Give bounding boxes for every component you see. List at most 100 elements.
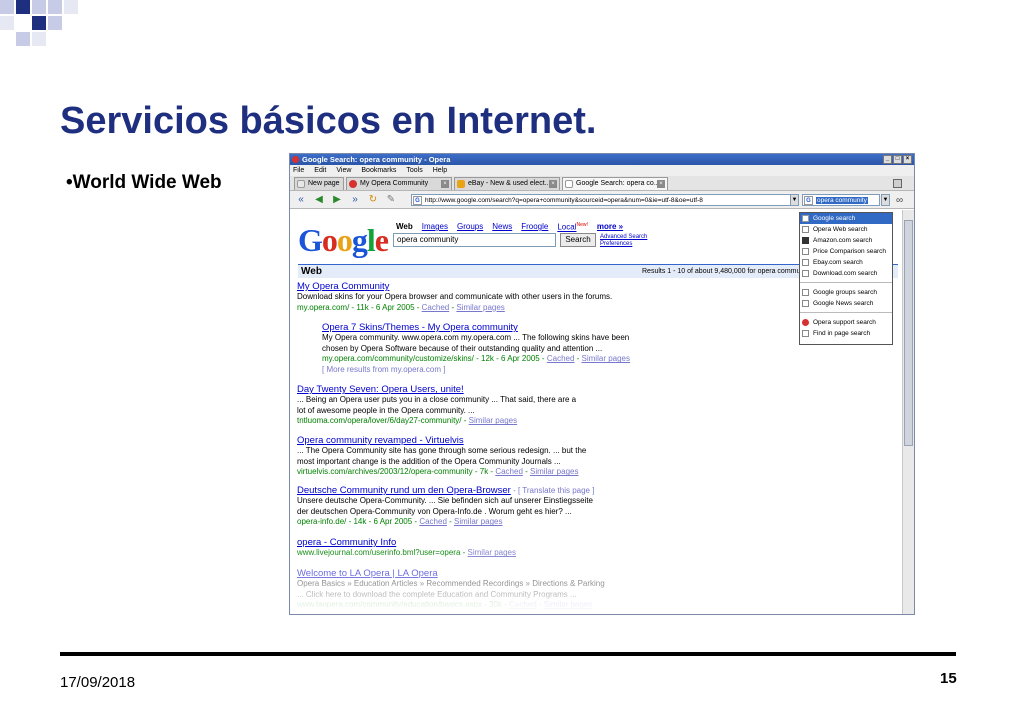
menu-item-download[interactable]: Download.com search	[800, 268, 892, 279]
result-snippet: Opera Basics » Education Articles » Reco…	[297, 579, 605, 589]
edit-icon[interactable]: ✎	[385, 194, 397, 205]
menu-item-google-news[interactable]: Google News search	[800, 298, 892, 309]
search-icon	[802, 300, 809, 307]
result-title[interactable]: Opera community revamped - Virtuelvis	[297, 435, 586, 446]
menu-edit[interactable]: Edit	[314, 165, 326, 176]
translate-link[interactable]: - [ Translate this page ]	[511, 486, 594, 495]
address-bar[interactable]: G http://www.google.com/search?q=opera+c…	[411, 194, 797, 206]
forward-icon[interactable]: ▶	[331, 194, 343, 205]
more-results-link[interactable]: [ More results from my.opera.com ]	[322, 365, 630, 375]
google-logo[interactable]: Google	[298, 222, 389, 259]
maximize-button[interactable]: □	[893, 155, 902, 164]
google-search-input[interactable]: opera community	[393, 233, 556, 247]
result-item: Opera community revamped - Virtuelvis ..…	[297, 435, 586, 478]
similar-link[interactable]: Similar pages	[454, 517, 502, 526]
cached-link[interactable]: Cached	[419, 517, 447, 526]
menu-tools[interactable]: Tools	[406, 165, 422, 176]
menu-bookmarks[interactable]: Bookmarks	[361, 165, 396, 176]
tab-google-search[interactable]: Google Search: opera co... ×	[562, 177, 668, 190]
menu-item-amazon[interactable]: Amazon.com search	[800, 235, 892, 246]
close-button[interactable]: ×	[903, 155, 912, 164]
cached-link[interactable]: Cached	[509, 600, 537, 609]
opera-icon	[802, 319, 809, 326]
google-icon: G	[413, 196, 422, 205]
google-search-button[interactable]: Search	[560, 233, 596, 247]
reload-icon[interactable]: ↻	[367, 194, 379, 205]
nav-news[interactable]: News	[492, 222, 512, 232]
tab-ebay[interactable]: eBay - New & used elect... ×	[454, 177, 560, 190]
page-icon	[297, 180, 305, 188]
results-summary: Results 1 - 10 of about 9,480,000 for op…	[642, 268, 812, 275]
tab-label: My Opera Community	[360, 180, 429, 187]
trash-icon[interactable]	[893, 179, 902, 188]
tab-label: eBay - New & used elect...	[468, 180, 551, 187]
result-snippet: ... Click here to download the complete …	[297, 589, 577, 599]
similar-link[interactable]: Similar pages	[530, 467, 578, 476]
address-dropdown-icon[interactable]: ▼	[790, 194, 799, 206]
nav-local-group: LocalNew!	[557, 222, 588, 232]
nav-more[interactable]: more »	[597, 222, 623, 232]
similar-link[interactable]: Similar pages	[582, 354, 630, 363]
menu-item-opera-support[interactable]: Opera support search	[800, 317, 892, 328]
logo-letter: l	[366, 222, 376, 258]
menu-item-google-search[interactable]: Google search	[800, 213, 892, 224]
tab-close-icon[interactable]: ×	[549, 180, 557, 188]
menu-item-label: Opera Web search	[813, 226, 868, 233]
result-title[interactable]: opera - Community Info	[297, 537, 516, 548]
result-url-line: virtuelvis.com/archives/2003/12/opera-co…	[297, 467, 579, 477]
result-title[interactable]: Opera 7 Skins/Themes - My Opera communit…	[322, 322, 630, 333]
tab-my-opera[interactable]: My Opera Community ×	[346, 177, 452, 190]
result-title[interactable]: Day Twenty Seven: Opera Users, unite!	[297, 384, 576, 395]
result-title[interactable]: Deutsche Community rund um den Opera-Bro…	[297, 485, 511, 496]
fast-forward-icon[interactable]: »	[349, 194, 361, 205]
preferences-link[interactable]: Preferences	[600, 241, 647, 248]
result-url-line: tntluoma.com/opera/lover/6/day27-communi…	[297, 416, 576, 426]
result-url-line: my.opera.com/ - 11k - 6 Apr 2005 - Cache…	[297, 302, 505, 312]
menu-item-price-comparison[interactable]: Price Comparison search	[800, 246, 892, 257]
tab-close-icon[interactable]: ×	[441, 180, 449, 188]
nav-local[interactable]: Local	[557, 223, 576, 232]
menu-file[interactable]: File	[293, 165, 304, 176]
cached-link[interactable]: Cached	[422, 303, 450, 312]
tab-new-page[interactable]: New page	[294, 177, 344, 190]
search-dropdown-icon[interactable]: ▼	[881, 194, 890, 206]
result-title[interactable]: Welcome to LA Opera | LA Opera	[297, 568, 605, 579]
similar-link[interactable]: Similar pages	[456, 303, 504, 312]
vertical-scrollbar[interactable]	[902, 210, 914, 614]
result-url: tntluoma.com/opera/lover/6/day27-communi…	[297, 416, 467, 426]
result-url-line: opera-info.de/ - 14k - 6 Apr 2005 - Cach…	[297, 517, 503, 527]
tab-close-icon[interactable]: ×	[657, 180, 665, 188]
result-url: www.livejournal.com/userinfo.bml?user=op…	[297, 548, 466, 558]
amazon-icon	[802, 237, 809, 244]
cached-link[interactable]: Cached	[547, 354, 575, 363]
search-engine-menu: Google search Opera Web search Amazon.co…	[799, 212, 893, 345]
opera-logo-icon	[292, 156, 299, 163]
nav-froogle[interactable]: Froogle	[521, 222, 548, 232]
menu-separator	[800, 279, 892, 283]
minimize-button[interactable]: _	[883, 155, 892, 164]
glasses-icon[interactable]: ∞	[896, 195, 903, 206]
google-icon	[802, 215, 809, 222]
cached-link[interactable]: Cached	[495, 467, 523, 476]
nav-groups[interactable]: Groups	[457, 222, 483, 232]
new-badge: New!	[576, 222, 588, 228]
menu-item-label: Google groups search	[813, 289, 877, 296]
rewind-icon[interactable]: «	[295, 194, 307, 205]
similar-link[interactable]: Similar pages	[544, 600, 592, 609]
menu-item-find-in-page[interactable]: Find in page search	[800, 328, 892, 339]
similar-link[interactable]: Similar pages	[469, 416, 517, 425]
menu-view[interactable]: View	[336, 165, 351, 176]
similar-link[interactable]: Similar pages	[468, 548, 516, 557]
menu-item-google-groups[interactable]: Google groups search	[800, 287, 892, 298]
back-icon[interactable]: ◀	[313, 194, 325, 205]
nav-images[interactable]: Images	[422, 222, 448, 232]
menu-item-opera-web[interactable]: Opera Web search	[800, 224, 892, 235]
menu-help[interactable]: Help	[433, 165, 447, 176]
result-snippet: My Opera community. www.opera.com my.ope…	[322, 333, 630, 343]
menu-item-label: Download.com search	[813, 270, 878, 277]
advanced-search-link[interactable]: Advanced Search	[600, 234, 647, 241]
scrollbar-thumb[interactable]	[904, 220, 913, 446]
toolbar-search-input[interactable]: G opera community	[802, 194, 880, 206]
menu-item-ebay[interactable]: Ebay.com search	[800, 257, 892, 268]
result-title[interactable]: My Opera Community	[297, 282, 612, 292]
